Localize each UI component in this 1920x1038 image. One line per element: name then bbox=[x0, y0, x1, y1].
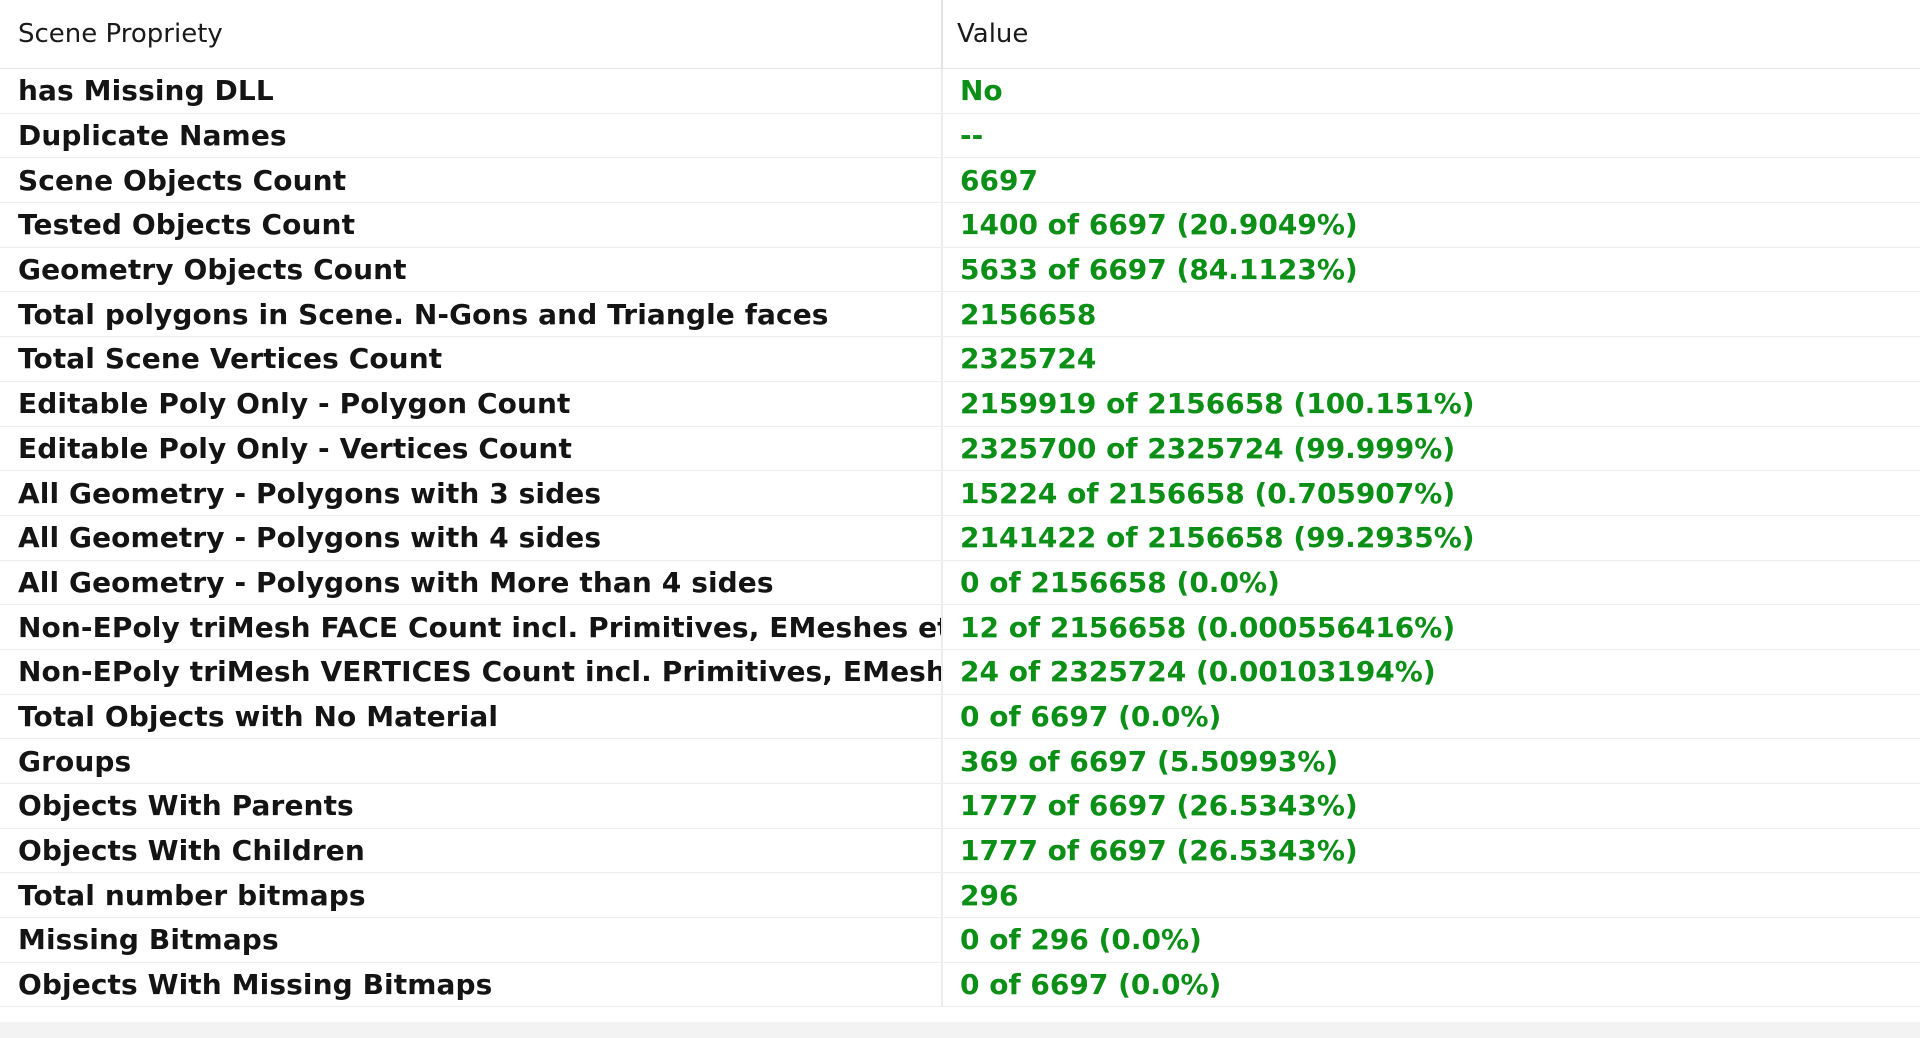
value-cell: 296 bbox=[960, 878, 1019, 912]
value-cell: 1777 of 6697 (26.5343%) bbox=[960, 789, 1358, 823]
value-cell: 1777 of 6697 (26.5343%) bbox=[960, 834, 1358, 868]
value-cell: 2156658 bbox=[960, 297, 1097, 331]
property-cell: All Geometry - Polygons with 4 sides bbox=[0, 515, 943, 560]
table-row[interactable]: Non-EPoly triMesh VERTICES Count incl. P… bbox=[0, 649, 1920, 695]
value-cell: 0 of 6697 (0.0%) bbox=[960, 699, 1222, 733]
value-cell: 0 of 2156658 (0.0%) bbox=[960, 565, 1280, 599]
property-cell: has Missing DLL bbox=[0, 69, 943, 113]
table-row[interactable]: All Geometry - Polygons with 3 sides 1522… bbox=[0, 471, 1920, 516]
table-row[interactable]: Editable Poly Only - Polygon Count 215991… bbox=[0, 381, 1920, 427]
property-cell: Objects With Missing Bitmaps bbox=[0, 962, 943, 1007]
property-cell: Total Objects with No Material bbox=[0, 694, 943, 739]
property-cell: Tested Objects Count bbox=[0, 203, 943, 247]
value-cell: 2325700 of 2325724 (99.999%) bbox=[960, 431, 1456, 465]
value-cell: -- bbox=[960, 119, 984, 153]
table-row[interactable]: Total polygons in Scene. N-Gons and Tria… bbox=[0, 292, 1920, 338]
table-row[interactable]: Objects With Parents 1777 of 6697 (26.534… bbox=[0, 784, 1920, 829]
property-cell: Non-EPoly triMesh FACE Count incl. Primi… bbox=[0, 605, 943, 649]
property-cell: Duplicate Names bbox=[0, 113, 943, 158]
table-row[interactable]: Duplicate Names -- bbox=[0, 113, 1920, 159]
value-cell: 2159919 of 2156658 (100.151%) bbox=[960, 387, 1475, 421]
table-row[interactable]: Non-EPoly triMesh FACE Count incl. Primi… bbox=[0, 605, 1920, 650]
property-cell: Total Scene Vertices Count bbox=[0, 337, 943, 381]
value-cell: 0 of 6697 (0.0%) bbox=[960, 968, 1222, 1002]
table-row[interactable]: Groups 369 of 6697 (5.50993%) bbox=[0, 739, 1920, 784]
table-row[interactable]: Total Scene Vertices Count 2325724 bbox=[0, 337, 1920, 382]
column-header-scene-propriety[interactable]: Scene Propriety bbox=[0, 0, 943, 68]
list-rows: has Missing DLL No Duplicate Names -- Scene … bbox=[0, 69, 1920, 1008]
value-cell: 24 of 2325724 (0.00103194%) bbox=[960, 655, 1436, 689]
property-cell: Total number bitmaps bbox=[0, 873, 943, 918]
property-cell: Objects With Parents bbox=[0, 784, 943, 828]
value-cell: No bbox=[960, 74, 1003, 108]
table-row[interactable]: All Geometry - Polygons with More than 4… bbox=[0, 560, 1920, 606]
list-header: Scene Propriety Value bbox=[0, 0, 1920, 69]
table-row[interactable]: Scene Objects Count 6697 bbox=[0, 158, 1920, 204]
table-row[interactable]: has Missing DLL No bbox=[0, 69, 1920, 114]
value-cell: 0 of 296 (0.0%) bbox=[960, 923, 1202, 957]
property-cell: Editable Poly Only - Polygon Count bbox=[0, 381, 943, 426]
value-cell: 12 of 2156658 (0.000556416%) bbox=[960, 610, 1456, 644]
table-row[interactable]: Objects With Children 1777 of 6697 (26.53… bbox=[0, 828, 1920, 874]
table-row[interactable]: Missing Bitmaps 0 of 296 (0.0%) bbox=[0, 918, 1920, 963]
table-row[interactable]: Tested Objects Count 1400 of 6697 (20.904… bbox=[0, 203, 1920, 248]
property-cell: Scene Objects Count bbox=[0, 158, 943, 203]
property-cell: Geometry Objects Count bbox=[0, 247, 943, 292]
value-cell: 1400 of 6697 (20.9049%) bbox=[960, 208, 1358, 242]
value-cell: 369 of 6697 (5.50993%) bbox=[960, 744, 1339, 778]
property-cell: Total polygons in Scene. N-Gons and Tria… bbox=[0, 292, 943, 337]
value-cell: 6697 bbox=[960, 163, 1038, 197]
value-cell: 2325724 bbox=[960, 342, 1097, 376]
property-cell: All Geometry - Polygons with More than 4… bbox=[0, 560, 943, 605]
property-cell: Editable Poly Only - Vertices Count bbox=[0, 426, 943, 471]
value-cell: 2141422 of 2156658 (99.2935%) bbox=[960, 521, 1475, 555]
scene-properties-listview: Scene Propriety Value has Missing DLL No D… bbox=[0, 0, 1920, 1038]
property-cell: Groups bbox=[0, 739, 943, 783]
table-row[interactable]: Editable Poly Only - Vertices Count 23257… bbox=[0, 426, 1920, 472]
property-cell: Missing Bitmaps bbox=[0, 918, 943, 962]
table-row[interactable]: Total Objects with No Material 0 of 6697 … bbox=[0, 694, 1920, 740]
column-header-value[interactable]: Value bbox=[943, 0, 1920, 68]
table-row[interactable]: Geometry Objects Count 5633 of 6697 (84.1… bbox=[0, 247, 1920, 293]
property-cell: All Geometry - Polygons with 3 sides bbox=[0, 471, 943, 515]
list-bottom-edge bbox=[0, 1022, 1920, 1038]
property-cell: Objects With Children bbox=[0, 828, 943, 873]
property-cell: Non-EPoly triMesh VERTICES Count incl. P… bbox=[0, 649, 943, 694]
value-cell: 5633 of 6697 (84.1123%) bbox=[960, 253, 1358, 287]
table-row[interactable]: Total number bitmaps 296 bbox=[0, 873, 1920, 919]
table-row[interactable]: Objects With Missing Bitmaps 0 of 6697 (0… bbox=[0, 962, 1920, 1008]
value-cell: 15224 of 2156658 (0.705907%) bbox=[960, 476, 1456, 510]
table-row[interactable]: All Geometry - Polygons with 4 sides 2141… bbox=[0, 515, 1920, 561]
